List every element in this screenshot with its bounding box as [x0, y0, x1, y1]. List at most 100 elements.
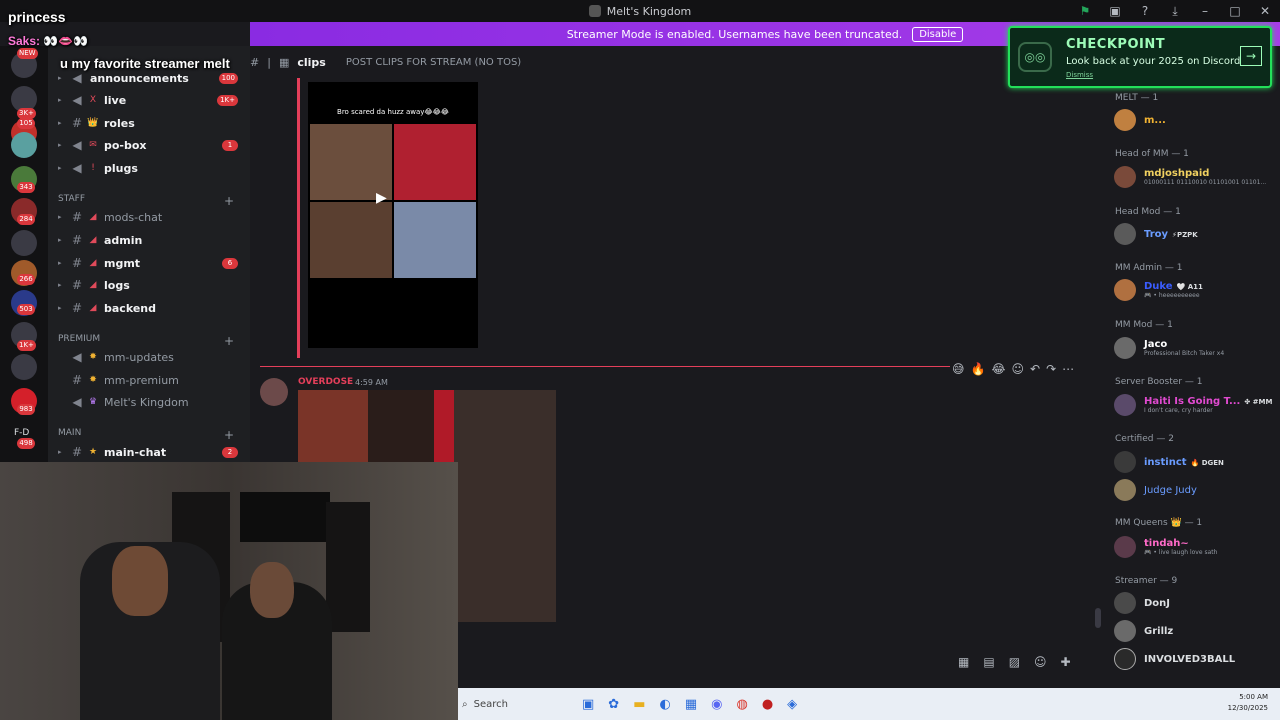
category-staff[interactable]: STAFF +: [58, 194, 238, 208]
member-tag: 🤍 A11: [1176, 283, 1203, 291]
dismiss-link[interactable]: Dismiss: [1066, 71, 1093, 79]
channel-melts-kingdom[interactable]: ◀ ♛ Melt's Kingdom: [58, 392, 248, 412]
maximize-icon[interactable]: □: [1220, 4, 1250, 18]
member-item[interactable]: tindah~ 🎮 • live laugh love sath: [1114, 534, 1279, 560]
channel-announcements[interactable]: ▸ ◀ announcements 100: [58, 68, 248, 88]
edge-icon[interactable]: ◐: [660, 697, 671, 712]
member-item[interactable]: m...: [1114, 107, 1279, 133]
gift-icon[interactable]: ▦: [958, 655, 969, 669]
checkpoint-popup[interactable]: ◎◎ CHECKPOINT Look back at your 2025 on …: [1008, 26, 1272, 88]
add-channel-icon[interactable]: +: [224, 194, 234, 208]
arrow-right-icon[interactable]: →: [1240, 46, 1262, 66]
channel-mgmt[interactable]: ▸ # ◢ mgmt 6: [58, 253, 248, 273]
disable-button[interactable]: Disable: [912, 26, 964, 42]
member-item[interactable]: DonJ: [1114, 590, 1279, 616]
add-reaction-icon[interactable]: ☺: [1012, 362, 1025, 376]
member-item[interactable]: Grillz: [1114, 618, 1279, 644]
channel-topic[interactable]: POST CLIPS FOR STREAM (NO TOS): [346, 57, 521, 68]
taskbar-clock[interactable]: 5:00 AM 12/30/2025: [1228, 692, 1268, 714]
discord-icon[interactable]: ◉: [711, 697, 722, 712]
channel-po-box[interactable]: ▸ ◀ ✉ po-box 1: [58, 135, 248, 155]
channel-backend[interactable]: ▸ # ◢ backend: [58, 298, 248, 318]
hash-icon: #: [71, 301, 83, 315]
avatar[interactable]: [260, 378, 288, 406]
server-icon[interactable]: [11, 354, 37, 380]
category-main[interactable]: MAIN +: [58, 428, 238, 442]
channel-plugs[interactable]: ▸ ◀ ! plugs: [58, 158, 248, 178]
app-icon[interactable]: ●: [762, 697, 773, 712]
collapse-icon: ▸: [58, 213, 62, 221]
avatar: [1114, 223, 1136, 245]
taskbar-search[interactable]: ⌕ Search: [462, 692, 582, 716]
sticker-icon[interactable]: ▨: [1009, 655, 1020, 669]
reply-icon[interactable]: ↶: [1030, 362, 1040, 376]
server-badge: 983: [17, 404, 35, 415]
download-icon[interactable]: ⤓: [1160, 4, 1190, 19]
member-item[interactable]: Haiti Is Going T... ✤ #MM I don't care, c…: [1114, 392, 1279, 418]
task-view-icon[interactable]: ▣: [582, 697, 594, 712]
server-icon[interactable]: [11, 132, 37, 158]
add-channel-icon[interactable]: +: [224, 428, 234, 442]
member-item[interactable]: mdjoshpaid 01000111 01110010 01101001 01…: [1114, 164, 1279, 190]
channel-mods-chat[interactable]: ▸ # ◢ mods-chat: [58, 207, 248, 227]
speaker-icon: ◀: [72, 71, 82, 85]
inbox-icon[interactable]: ▣: [1100, 4, 1130, 18]
reaction-icon[interactable]: 🔥: [971, 362, 986, 376]
channel-admin[interactable]: ▸ # ◢ admin: [58, 230, 248, 250]
member-info: Haiti Is Going T... ✤ #MM I don't care, c…: [1144, 396, 1272, 414]
apps-icon[interactable]: ✚: [1061, 655, 1071, 669]
reaction-icon[interactable]: 😂: [991, 362, 1005, 376]
member-item[interactable]: INVOLVED3BALL: [1114, 646, 1279, 672]
close-icon[interactable]: ✕: [1250, 4, 1280, 18]
webcam-overlay: [0, 462, 458, 720]
server-icon[interactable]: [11, 230, 37, 256]
add-channel-icon[interactable]: +: [224, 334, 234, 348]
speaker-icon: ◀: [72, 395, 82, 409]
app-icon[interactable]: ◈: [787, 697, 797, 712]
video-embed[interactable]: Bro scared da huzz away😂😂😂 ▶: [308, 82, 478, 348]
file-explorer-icon[interactable]: ▬: [633, 697, 645, 712]
collapse-icon: ▸: [58, 164, 62, 172]
avatar: [1114, 620, 1136, 642]
member-status: 🎮 • heeeeeeeeee: [1144, 292, 1200, 299]
role-header: MM Queens 👑 — 1: [1115, 518, 1203, 528]
scrollbar[interactable]: [1095, 608, 1101, 628]
channel-logs[interactable]: ▸ # ◢ logs: [58, 275, 248, 295]
more-icon[interactable]: ⋯: [1062, 362, 1074, 376]
channel-mm-premium[interactable]: # ✸ mm-premium: [58, 370, 248, 390]
overlay-line: princess: [8, 9, 66, 25]
server-letters[interactable]: F-D: [14, 428, 29, 438]
forward-icon[interactable]: ↷: [1046, 362, 1056, 376]
store-icon[interactable]: ▦: [685, 697, 697, 712]
reaction-icon[interactable]: 😅: [952, 362, 965, 376]
channel-list: ▸ ◀ announcements 100 ▸ ◀ X live 1K+ ▸ #…: [48, 46, 250, 462]
server-badge: 343: [17, 182, 35, 193]
video-frame: [434, 390, 454, 470]
overlay-line: Saks: 👀👄👀: [8, 34, 89, 48]
channel-badge: 1: [222, 139, 238, 151]
channel-mm-updates[interactable]: ◀ ✸ mm-updates: [58, 347, 248, 367]
member-item[interactable]: Judge Judy: [1114, 477, 1279, 503]
member-name: Haiti Is Going T... ✤ #MM: [1144, 396, 1272, 407]
message-author[interactable]: OVERDOSE: [298, 377, 353, 387]
member-item[interactable]: instinct 🔥 DGEN: [1114, 449, 1279, 475]
member-item[interactable]: Duke 🤍 A11 🎮 • heeeeeeeeee: [1114, 277, 1279, 303]
channel-emoji: ◢: [89, 303, 97, 313]
chrome-icon[interactable]: ◍: [736, 697, 747, 712]
flag-icon[interactable]: ⚑: [1070, 4, 1100, 18]
channel-live[interactable]: ▸ ◀ X live 1K+: [58, 90, 248, 110]
minimize-icon[interactable]: –: [1190, 4, 1220, 18]
member-item[interactable]: Troy ⚡PZPK: [1114, 221, 1279, 247]
copilot-icon[interactable]: ✿: [608, 697, 619, 712]
channel-roles[interactable]: ▸ # 👑 roles: [58, 113, 248, 133]
member-item[interactable]: Jaco Professional Bitch Taker x4: [1114, 335, 1279, 361]
emoji-icon[interactable]: ☺: [1034, 655, 1047, 669]
help-icon[interactable]: ?: [1130, 4, 1160, 18]
member-tag: ✤ #MM: [1244, 398, 1273, 406]
channel-main-chat[interactable]: ▸ # ★ main-chat 2: [58, 442, 248, 462]
member-info: Jaco Professional Bitch Taker x4: [1144, 339, 1224, 357]
controller-icon: ◎◎: [1018, 42, 1052, 72]
category-premium[interactable]: PREMIUM +: [58, 334, 238, 348]
gif-icon[interactable]: ▤: [983, 655, 994, 669]
play-icon[interactable]: ▶: [376, 190, 387, 206]
